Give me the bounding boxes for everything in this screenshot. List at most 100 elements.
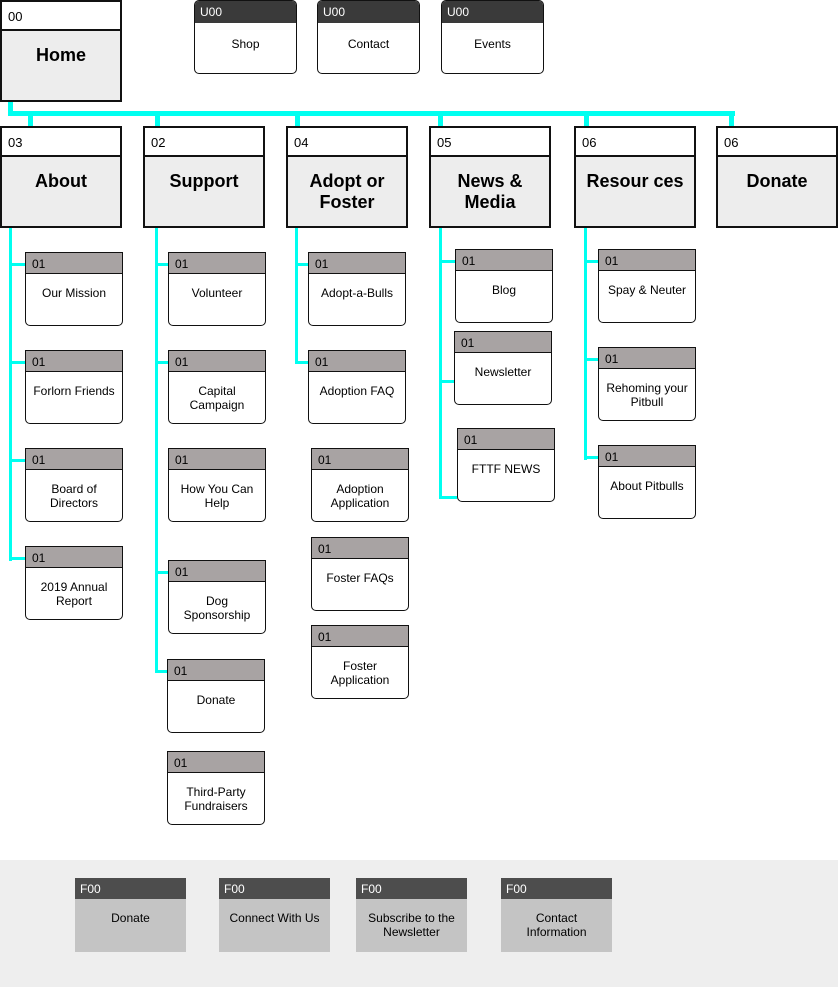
section-node[interactable]: 03 About [0, 126, 122, 228]
node-code: 01 [26, 253, 122, 274]
page-node[interactable]: 01 Capital Campaign [168, 350, 266, 424]
node-title: 2019 Annual Report [40, 580, 108, 608]
node-code: 01 [168, 660, 264, 681]
node-code: 01 [455, 332, 551, 353]
section-node[interactable]: 06 Resour ces [574, 126, 696, 228]
page-node[interactable]: 01 About Pitbulls [598, 445, 696, 519]
node-code: 01 [312, 449, 408, 470]
node-title: About Pitbulls [610, 479, 684, 493]
node-title: Contact Information [526, 911, 587, 939]
page-node[interactable]: 01 Donate [167, 659, 265, 733]
page-node[interactable]: 01 Foster Application [311, 625, 409, 699]
page-node[interactable]: 01 Blog [455, 249, 553, 323]
connector-line [584, 111, 589, 127]
node-title: Third-Party Fundraisers [184, 785, 248, 813]
node-title: Board of Directors [49, 482, 98, 510]
section-node[interactable]: 04 Adopt or Foster [286, 126, 408, 228]
connector-line [295, 361, 308, 364]
home-node[interactable]: 00 Home [0, 0, 122, 102]
node-title: Adopt or Foster [309, 171, 385, 212]
connector-line [9, 361, 25, 364]
node-code: 01 [309, 253, 405, 274]
page-node[interactable]: 01 FTTF NEWS [457, 428, 555, 502]
utility-node[interactable]: U00 Events [441, 0, 544, 74]
page-node[interactable]: 01 How You Can Help [168, 448, 266, 522]
node-code: 00 [2, 2, 120, 31]
node-code: F00 [75, 878, 186, 899]
page-node[interactable]: 01 Adoption FAQ [308, 350, 406, 424]
connector-line [729, 111, 734, 127]
utility-node[interactable]: U00 Shop [194, 0, 297, 74]
page-node[interactable]: 01 Our Mission [25, 252, 123, 326]
node-code: 01 [169, 253, 265, 274]
node-code: 01 [312, 626, 408, 647]
page-node[interactable]: 01 Rehoming your Pitbull [598, 347, 696, 421]
node-code: 02 [145, 128, 263, 157]
node-title: Adopt-a-Bulls [320, 286, 394, 300]
connector-line [155, 111, 160, 127]
node-code: 01 [458, 429, 554, 450]
connector-line [439, 496, 457, 499]
node-code: U00 [442, 1, 543, 23]
node-code: 01 [26, 449, 122, 470]
page-node[interactable]: 01 2019 Annual Report [25, 546, 123, 620]
node-title: Support [169, 171, 239, 191]
connector-line [295, 111, 300, 127]
node-code: 04 [288, 128, 406, 157]
node-title: Donate [746, 171, 808, 191]
connector-line [9, 263, 25, 266]
footer-node[interactable]: F00 Contact Information [501, 878, 612, 952]
node-title: Adoption Application [330, 482, 390, 510]
connector-line [8, 111, 735, 116]
node-title: FTTF NEWS [471, 462, 541, 476]
section-node[interactable]: 06 Donate [716, 126, 838, 228]
node-code: 06 [718, 128, 836, 157]
node-title: How You Can Help [180, 482, 254, 510]
section-node[interactable]: 02 Support [143, 126, 265, 228]
node-title: Newsletter [474, 365, 532, 379]
node-title: Resour ces [586, 171, 684, 191]
page-node[interactable]: 01 Board of Directors [25, 448, 123, 522]
node-code: 01 [312, 538, 408, 559]
connector-line [155, 571, 168, 574]
page-node[interactable]: 01 Dog Sponsorship [168, 560, 266, 634]
node-code: 01 [599, 446, 695, 467]
node-code: F00 [219, 878, 330, 899]
footer-node[interactable]: F00 Subscribe to the Newsletter [356, 878, 467, 952]
node-title: Forlorn Friends [33, 384, 115, 398]
page-node[interactable]: 01 Adoption Application [311, 448, 409, 522]
node-code: 01 [26, 351, 122, 372]
connector-line [584, 358, 598, 361]
page-node[interactable]: 01 Spay & Neuter [598, 249, 696, 323]
page-node[interactable]: 01 Foster FAQs [311, 537, 409, 611]
connector-line [295, 228, 298, 362]
node-code: 01 [169, 561, 265, 582]
node-code: 01 [168, 752, 264, 773]
connector-line [9, 459, 25, 462]
node-title: Shop [231, 37, 260, 51]
page-node[interactable]: 01 Forlorn Friends [25, 350, 123, 424]
page-node[interactable]: 01 Volunteer [168, 252, 266, 326]
page-node[interactable]: 01 Adopt-a-Bulls [308, 252, 406, 326]
node-title: Foster Application [330, 659, 390, 687]
connector-line [584, 456, 598, 459]
node-code: 01 [169, 351, 265, 372]
node-title: Donate [196, 693, 236, 707]
node-title: News & Media [457, 171, 523, 212]
page-node[interactable]: 01 Third-Party Fundraisers [167, 751, 265, 825]
node-title: Home [35, 45, 86, 65]
connector-line [439, 380, 454, 383]
node-title: Spay & Neuter [607, 283, 687, 297]
node-code: 03 [2, 128, 120, 157]
node-code: 01 [456, 250, 552, 271]
footer-node[interactable]: F00 Connect With Us [219, 878, 330, 952]
connector-line [295, 263, 308, 266]
page-node[interactable]: 01 Newsletter [454, 331, 552, 405]
node-code: U00 [318, 1, 419, 23]
section-node[interactable]: 05 News & Media [429, 126, 551, 228]
utility-node[interactable]: U00 Contact [317, 0, 420, 74]
footer-node[interactable]: F00 Donate [75, 878, 186, 952]
node-title: Events [474, 37, 511, 51]
node-title: Rehoming your Pitbull [606, 381, 688, 409]
connector-line [9, 228, 12, 561]
